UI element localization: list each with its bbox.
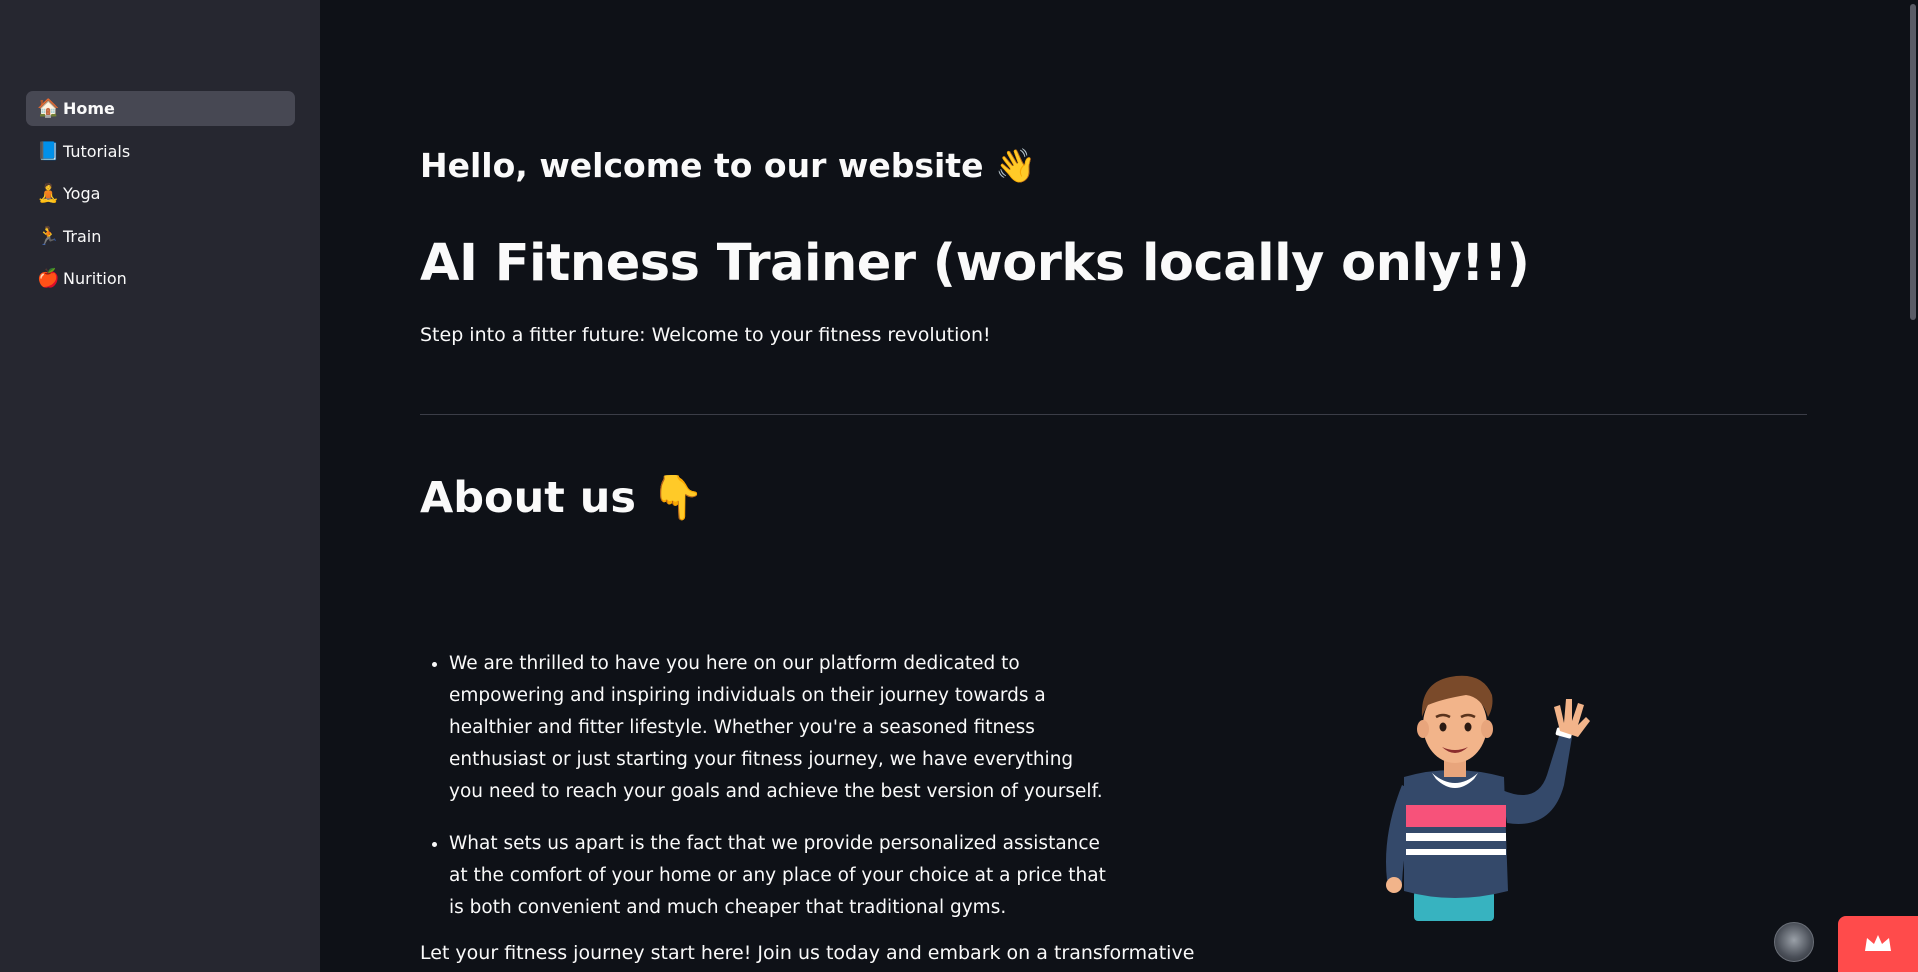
page-subtitle: Step into a fitter future: Welcome to yo… xyxy=(420,324,991,346)
yoga-icon: 🧘 xyxy=(37,183,60,204)
list-item: What sets us apart is the fact that we p… xyxy=(449,828,1110,924)
sidebar-item-train[interactable]: 🏃 Train xyxy=(26,219,295,254)
sidebar-item-tutorials[interactable]: 📘 Tutorials xyxy=(26,134,295,169)
house-icon: 🏠 xyxy=(37,98,60,119)
about-bullet-list: We are thrilled to have you here on our … xyxy=(420,648,1110,944)
main-content: Hello, welcome to our website 👋 AI Fitne… xyxy=(320,0,1918,972)
book-icon: 📘 xyxy=(37,140,60,162)
sidebar-item-label: Yoga xyxy=(63,184,101,203)
sidebar: 🏠 Home 📘 Tutorials 🧘 Yoga 🏃 Train 🍎 Nuri… xyxy=(0,0,320,972)
sidebar-item-nutrition[interactable]: 🍎 Nurition xyxy=(26,261,295,296)
scrollbar-thumb[interactable] xyxy=(1910,4,1916,320)
sidebar-item-label: Tutorials xyxy=(63,141,131,161)
avatar[interactable] xyxy=(1774,922,1814,962)
divider xyxy=(420,414,1807,415)
runner-icon: 🏃 xyxy=(37,225,60,247)
sidebar-item-home[interactable]: 🏠 Home xyxy=(26,91,295,126)
list-item: We are thrilled to have you here on our … xyxy=(449,648,1110,808)
sidebar-nav: 🏠 Home 📘 Tutorials 🧘 Yoga 🏃 Train 🍎 Nuri… xyxy=(26,91,295,304)
waving-man-illustration xyxy=(1386,675,1590,921)
sidebar-item-label: Train xyxy=(63,226,102,246)
about-us-heading: About us 👇 xyxy=(420,473,705,523)
page-title: AI Fitness Trainer (works locally only!!… xyxy=(420,234,1530,293)
crown-icon xyxy=(1865,935,1891,951)
welcome-heading: Hello, welcome to our website 👋 xyxy=(420,146,1037,185)
closing-paragraph: Let your fitness journey start here! Joi… xyxy=(420,942,1195,964)
streamlit-badge[interactable] xyxy=(1838,916,1918,972)
sidebar-item-label: Home xyxy=(63,99,115,118)
sidebar-item-label: Nurition xyxy=(63,269,127,288)
sidebar-item-yoga[interactable]: 🧘 Yoga xyxy=(26,176,295,211)
scrollbar[interactable] xyxy=(1908,0,1918,972)
apple-icon: 🍎 xyxy=(37,268,60,289)
